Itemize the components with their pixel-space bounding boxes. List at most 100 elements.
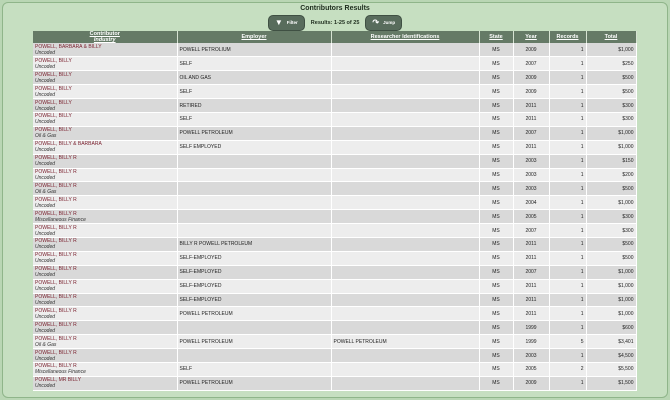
contributor-cell: POWELL, BILLY Uncoded [33,84,178,100]
employer-cell: SELF-EMPLOYED [177,265,332,280]
employer-cell [177,348,332,363]
records-cell: 1 [549,293,587,308]
contributor-cell: POWELL, BILLY R Miscellaneous Finance [33,362,178,377]
records-cell: 1 [549,279,587,294]
employer-cell: SELF-EMPLOYED [177,251,332,266]
total-cell: $300 [586,209,637,225]
table-row: POWELL, BILLY Uncoded SELF MS 2011 1 $300 [33,112,637,127]
year-cell: 2003 [513,168,550,183]
researcher-cell [331,320,480,336]
contributor-cell: POWELL, BILLY R Uncoded [33,251,178,266]
employer-cell: SELF [177,362,332,377]
contributor-cell: POWELL, BILLY R Uncoded [33,223,178,238]
column-header-total[interactable]: Total [586,31,637,43]
table-row: POWELL, BILLY R Uncoded MS 2003 1 $200 [33,168,637,183]
page-title: Contributors Results [300,5,370,12]
researcher-cell [331,293,480,308]
table-row: POWELL, BILLY R Uncoded SELF-EMPLOYED MS 201… [33,293,637,308]
table-body: POWELL, BARBARA & BILLY Uncoded POWELL PET… [33,43,637,391]
employer-cell [177,320,332,336]
industry-label: Uncoded [35,299,56,306]
filter-icon: ▼ [274,17,283,27]
column-header-year[interactable]: Year [513,31,550,43]
total-cell: $1,000 [586,140,637,155]
state-cell: MS [479,306,514,322]
industry-label: Miscellaneous Finance [35,369,86,376]
column-header-state[interactable]: State [479,31,514,43]
contributor-cell: POWELL, BILLY R Uncoded [33,168,178,183]
jump-button[interactable]: ↷ Jump [365,14,403,31]
table-row: POWELL, BILLY Uncoded RETIRED MS 2011 1 $300 [33,98,637,113]
table-row: POWELL, BILLY R Uncoded MS 2003 1 $150 [33,154,637,169]
industry-label: Uncoded [35,91,56,98]
table-row: POWELL, BILLY R Uncoded MS 2004 1 $1,000 [33,195,637,211]
researcher-cell [331,376,480,391]
table-row: POWELL, BILLY R Oil & Gas MS 2003 1 $500 [33,181,637,197]
table-row: POWELL, BILLY R Uncoded SELF-EMPLOYED MS 201… [33,279,637,294]
employer-cell: POWELL PETROLEUM [177,306,332,322]
total-cell: $1,000 [586,293,637,308]
year-cell: 2011 [513,98,550,113]
researcher-cell [331,181,480,197]
employer-cell: SELF [177,56,332,72]
researcher-cell [331,279,480,294]
column-header-researcher[interactable]: Researcher Identifications [331,31,480,43]
industry-label: Uncoded [35,161,56,168]
researcher-cell [331,84,480,100]
column-header-employer[interactable]: Employer [177,31,332,43]
industry-label: Uncoded [35,244,56,251]
state-cell: MS [479,195,514,211]
records-cell: 1 [549,376,587,391]
records-cell: 1 [549,320,587,336]
column-header-records[interactable]: Records [549,31,587,43]
total-cell: $300 [586,98,637,113]
employer-cell [177,154,332,169]
employer-cell [177,181,332,197]
records-cell: 1 [549,43,587,58]
total-cell: $150 [586,154,637,169]
total-cell: $200 [586,168,637,183]
industry-label: Oil & Gas [35,188,57,195]
table-row: POWELL, BARBARA & BILLY Uncoded POWELL PET… [33,43,637,58]
year-cell: 2005 [513,362,550,377]
state-cell: MS [479,168,514,183]
total-cell: $250 [586,56,637,72]
employer-cell: BILLY R POWELL PETROLEUM [177,237,332,252]
year-cell: 2007 [513,126,550,141]
industry-label: Uncoded [35,230,56,237]
contributor-cell: POWELL, BILLY R Miscellaneous Finance [33,209,178,225]
table-row: POWELL, BILLY R Uncoded MS 1999 1 $600 [33,320,637,336]
researcher-cell [331,348,480,363]
column-header-contributor[interactable]: Contributor Industry [33,31,178,43]
filter-label: Filter [286,20,298,25]
year-cell: 2011 [513,112,550,127]
industry-label: Uncoded [35,383,56,390]
contributor-cell: POWELL, BILLY R Uncoded [33,237,178,252]
researcher-cell: POWELL PETROLEUM [331,334,480,350]
records-cell: 1 [549,237,587,252]
state-cell: MS [479,181,514,197]
filter-button[interactable]: ▼ Filter [267,14,305,31]
records-cell: 1 [549,126,587,141]
year-cell: 2003 [513,348,550,363]
contributor-cell: POWELL, BILLY Uncoded [33,56,178,72]
total-cell: $1,500 [586,376,637,391]
state-cell: MS [479,376,514,391]
records-cell: 1 [549,181,587,197]
state-cell: MS [479,334,514,350]
table-row: POWELL, BILLY Uncoded SELF MS 2009 1 $500 [33,84,637,100]
industry-label: Uncoded [35,119,56,126]
year-cell: 2011 [513,140,550,155]
year-cell: 1999 [513,334,550,350]
year-cell: 2009 [513,84,550,100]
researcher-cell [331,237,480,252]
industry-label: Uncoded [35,286,56,293]
year-cell: 2007 [513,56,550,72]
industry-label: Uncoded [35,272,56,279]
employer-cell: SELF EMPLOYED [177,140,332,155]
state-cell: MS [479,140,514,155]
employer-cell: POWELL PETROLEUM [177,334,332,350]
contributor-cell: POWELL, BILLY R Oil & Gas [33,181,178,197]
employer-cell: POWELL PETROLEUM [177,126,332,141]
contributor-cell: POWELL, BILLY & BARBARA Uncoded [33,140,178,155]
